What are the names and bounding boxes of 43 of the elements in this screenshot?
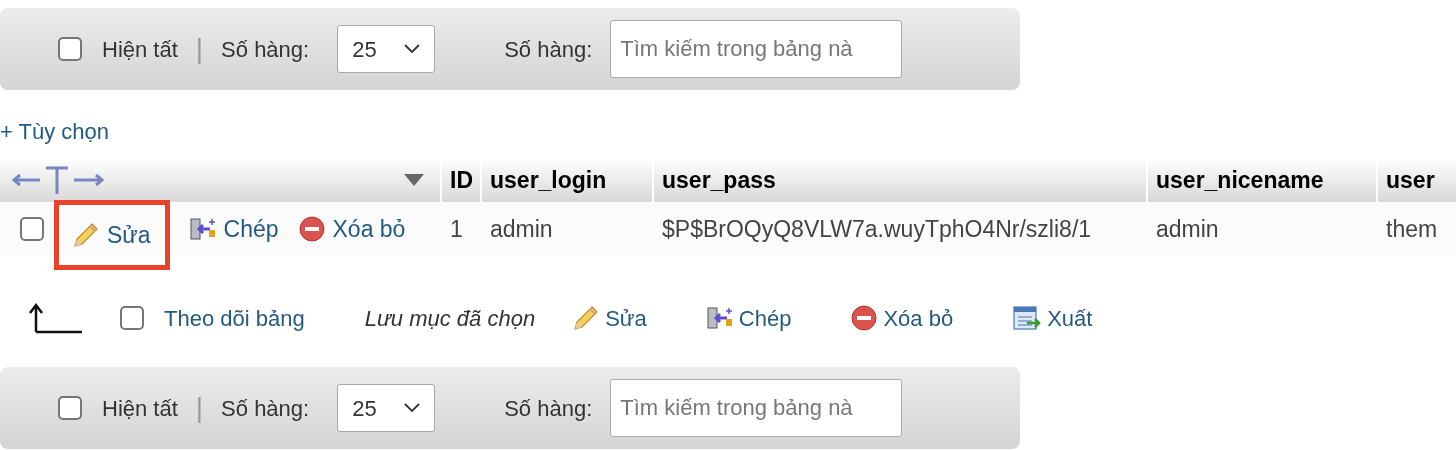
table-cell-text: 1 [449, 214, 464, 244]
export-icon [1013, 305, 1042, 331]
show-all-label[interactable]: Hiện tất [102, 391, 178, 425]
separator: | [195, 391, 204, 425]
table-cell-text: admin [489, 214, 554, 244]
show-all-label[interactable]: Hiện tất [102, 32, 178, 66]
resize-columns-icon[interactable] [12, 165, 104, 195]
rows-select[interactable]: 25 [337, 25, 436, 73]
table-cell-text: them [1385, 214, 1439, 244]
copy-icon [706, 305, 733, 331]
with-selected-label: Lưu mục đã chọn [364, 304, 536, 333]
check-all-label[interactable]: Theo dõi bảng [164, 301, 305, 335]
copy-link[interactable]: Chép [189, 211, 279, 247]
search-field[interactable]: Tìm kiếm trong bảng nà [610, 379, 903, 437]
table-cell-text: admin [1155, 214, 1220, 244]
search-label: Số hàng: [504, 35, 593, 64]
checkbox[interactable] [120, 306, 144, 330]
edit-button[interactable]: Sửa [573, 301, 647, 335]
copy-button[interactable]: Chép [706, 301, 792, 335]
checkbox[interactable] [58, 396, 82, 420]
table-cell-text: $P$BrOQyQ8VLW7a.wuyTphO4Nr/szli8/1 [661, 214, 1093, 244]
rows-select[interactable]: 25 [337, 384, 436, 432]
edit-link[interactable]: Sửa [54, 200, 170, 270]
rows-label: Số hàng: [221, 35, 310, 64]
delete-icon [851, 305, 878, 331]
search-label: Số hàng: [504, 394, 593, 423]
chevron-down-icon [404, 44, 421, 54]
sort-triangle-icon[interactable] [404, 174, 424, 186]
checkbox[interactable] [58, 37, 82, 61]
chevron-down-icon [404, 403, 421, 413]
export-button[interactable]: Xuất [1013, 301, 1093, 335]
copy-icon [189, 216, 216, 242]
delete-button[interactable]: Xóa bỏ [851, 301, 954, 335]
delete-icon [298, 216, 325, 242]
checkbox[interactable] [20, 217, 44, 241]
rows-label: Số hàng: [221, 394, 310, 423]
options-link[interactable]: + Tùy chọn [0, 118, 1456, 146]
separator: | [195, 32, 204, 66]
delete-link[interactable]: Xóa bỏ [298, 211, 406, 247]
search-field[interactable]: Tìm kiếm trong bảng nà [610, 20, 903, 78]
pencil-icon [73, 222, 99, 248]
arrow-up-corner-icon [26, 302, 82, 334]
pencil-icon [573, 305, 600, 331]
